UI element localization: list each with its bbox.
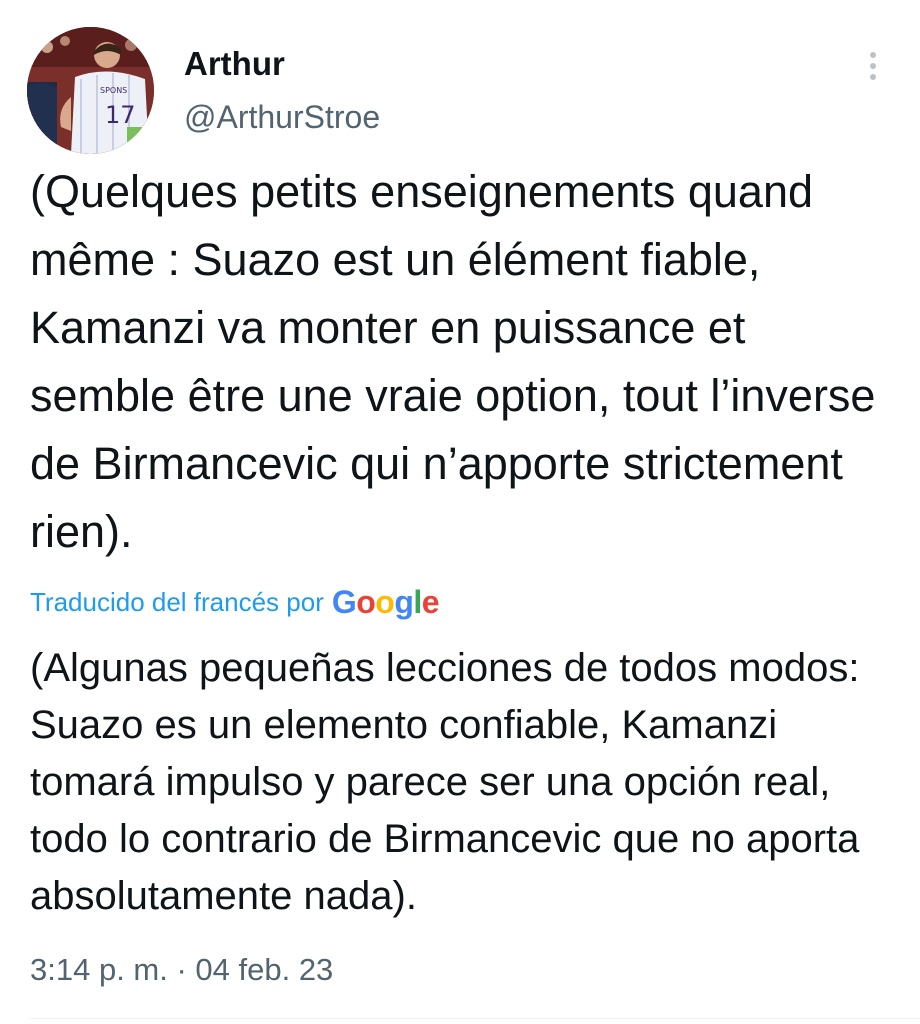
svg-text:17: 17 <box>105 101 136 129</box>
translation-label[interactable]: Traducido del francés por <box>30 587 324 618</box>
google-logo: Google <box>331 583 440 620</box>
author-avatar[interactable]: SPONS 17 <box>27 27 154 154</box>
tweet-timestamp[interactable]: 3:14 p. m. · 04 feb. 23 <box>30 950 333 990</box>
more-options-button[interactable] <box>858 44 888 88</box>
avatar-photo-icon: SPONS 17 <box>27 27 154 154</box>
more-vertical-icon <box>870 52 876 58</box>
author-name[interactable]: Arthur <box>184 44 285 84</box>
svg-text:SPONS: SPONS <box>100 86 127 95</box>
tweet-text: (Quelques petits enseignements quand mêm… <box>30 166 876 557</box>
author-handle[interactable]: @ArthurStroe <box>184 97 380 137</box>
translation-attribution: Traducido del francés por Google <box>30 582 440 622</box>
translated-text: (Algunas pequeñas lecciones de todos mod… <box>30 646 860 918</box>
tweet-card: SPONS 17 Arthur @ArthurStroe (Quelques p… <box>0 0 920 1024</box>
divider <box>30 1018 920 1019</box>
more-vertical-icon-dot <box>870 74 876 80</box>
more-vertical-icon-dot <box>870 63 876 69</box>
